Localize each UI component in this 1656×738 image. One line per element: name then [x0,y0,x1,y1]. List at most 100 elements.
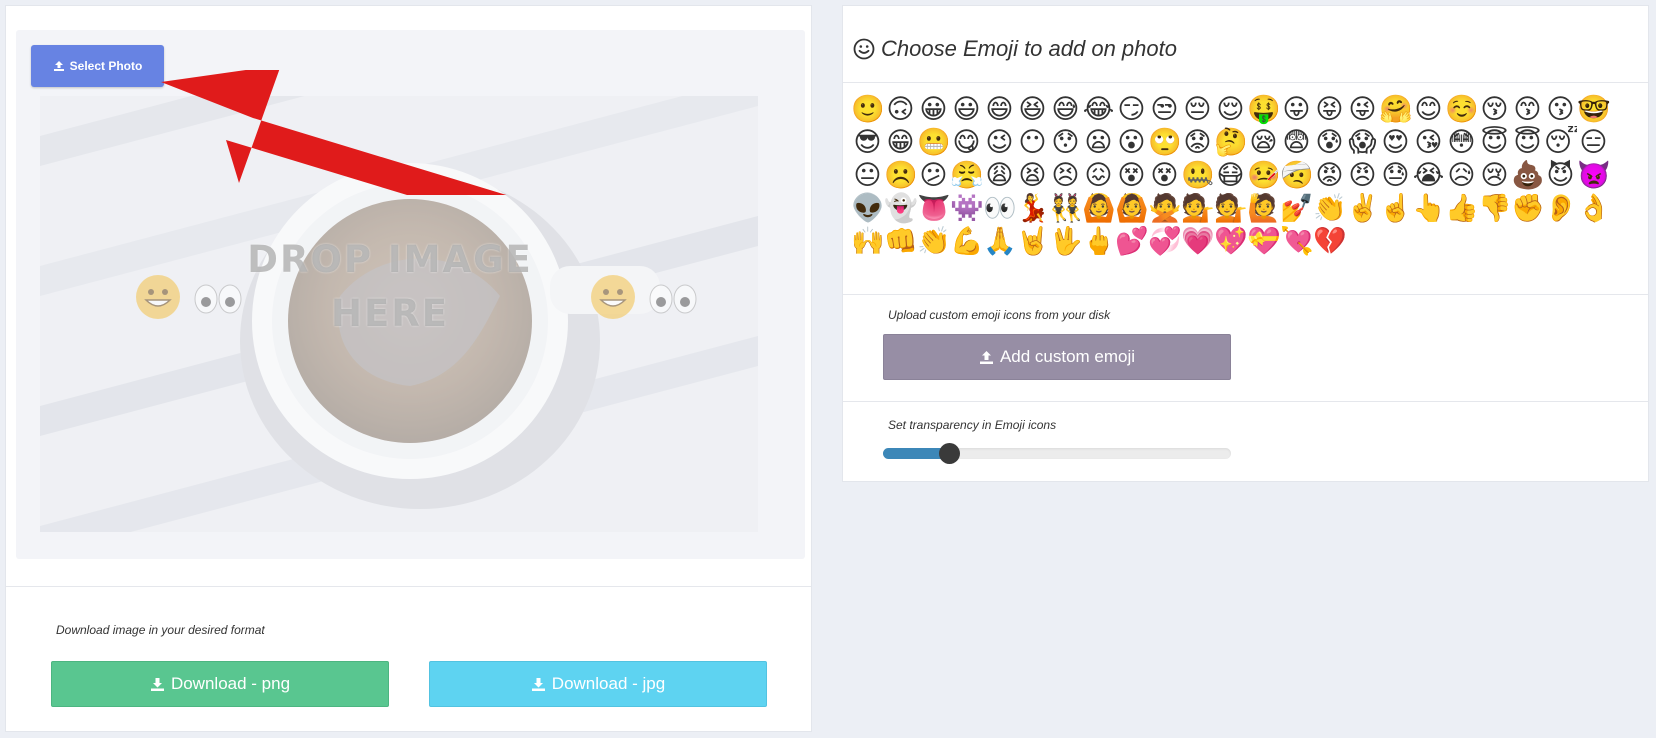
emoji-option[interactable]: 😦 [1082,126,1115,159]
emoji-option[interactable]: 😬 [917,126,950,159]
emoji-option[interactable]: 🤐 [1181,159,1214,192]
emoji-option[interactable]: 🤒 [1247,159,1280,192]
emoji-option[interactable]: 😔 [1181,93,1214,126]
emoji-option[interactable]: 🖕 [1082,225,1115,258]
slider-handle[interactable] [939,443,961,464]
emoji-option[interactable]: 😜 [1346,93,1379,126]
emoji-option[interactable]: 🤕 [1280,159,1313,192]
emoji-option[interactable]: 😛 [1280,93,1313,126]
emoji-option[interactable]: 🤓 [1577,93,1610,126]
emoji-option[interactable]: 🙏 [983,225,1016,258]
emoji-option[interactable]: 👊 [884,225,917,258]
emoji-option[interactable]: 😅 [1049,93,1082,126]
emoji-option[interactable]: 💪 [950,225,983,258]
select-photo-button[interactable]: Select Photo [31,45,164,87]
emoji-option[interactable]: 💞 [1148,225,1181,258]
emoji-option[interactable]: 💘 [1280,225,1313,258]
emoji-option[interactable]: 🤘 [1016,225,1049,258]
emoji-option[interactable]: 👻 [884,192,917,225]
emoji-option[interactable]: 😊 [1412,93,1445,126]
emoji-option[interactable]: 😮 [1115,126,1148,159]
add-custom-emoji-button[interactable]: Add custom emoji [883,334,1231,380]
emoji-option[interactable]: 😡 [1313,159,1346,192]
emoji-option[interactable]: 😫 [1016,159,1049,192]
emoji-option[interactable]: 💃 [1016,192,1049,225]
emoji-option[interactable]: 👌 [1577,192,1610,225]
emoji-option[interactable]: 😪 [1247,126,1280,159]
emoji-option[interactable]: 😄 [983,93,1016,126]
emoji-option[interactable]: 👯 [1049,192,1082,225]
emoji-option[interactable]: 😆 [1016,93,1049,126]
emoji-option[interactable]: 😒 [1148,93,1181,126]
emoji-option[interactable]: 😣 [1049,159,1082,192]
download-jpg-button[interactable]: Download - jpg [429,661,767,707]
emoji-option[interactable]: 😘 [1412,126,1445,159]
emoji-option[interactable]: 👂 [1544,192,1577,225]
emoji-option[interactable]: 💁 [1214,192,1247,225]
emoji-option[interactable]: 😥 [1445,159,1478,192]
emoji-option[interactable]: 😕 [917,159,950,192]
emoji-option[interactable]: 😀 [917,93,950,126]
emoji-option[interactable]: 😋 [950,126,983,159]
emoji-option[interactable]: 👏 [917,225,950,258]
emoji-option[interactable]: 🖖 [1049,225,1082,258]
emoji-option[interactable]: 😶 [1016,126,1049,159]
emoji-option[interactable]: 😭 [1412,159,1445,192]
image-drop-zone[interactable]: Select Photo DROP IMAGE HERE [16,30,805,559]
emoji-option[interactable]: 😁 [884,126,917,159]
emoji-option[interactable]: 😚 [1478,93,1511,126]
emoji-option[interactable]: ✊ [1511,192,1544,225]
emoji-option[interactable]: 😰 [1313,126,1346,159]
emoji-option[interactable]: 🙄 [1148,126,1181,159]
emoji-option[interactable]: ☹️ [884,159,917,192]
emoji-option[interactable]: ☺️ [1445,93,1478,126]
emoji-option[interactable]: 🤔 [1214,126,1247,159]
emoji-option[interactable]: 👾 [950,192,983,225]
emoji-option[interactable]: 😵 [1148,159,1181,192]
emoji-option[interactable]: 😌 [1214,93,1247,126]
emoji-option[interactable]: 👎 [1478,192,1511,225]
placed-emoji-right[interactable] [589,272,701,322]
emoji-option[interactable]: 😷 [1214,159,1247,192]
emoji-option[interactable]: 😳 [1445,126,1478,159]
emoji-option[interactable]: 👽 [851,192,884,225]
emoji-option[interactable]: 💕 [1115,225,1148,258]
emoji-option[interactable]: 👅 [917,192,950,225]
emoji-option[interactable]: 😙 [1511,93,1544,126]
transparency-slider[interactable] [883,443,1231,464]
emoji-option[interactable]: 💁 [1181,192,1214,225]
emoji-option[interactable]: 🤗 [1379,93,1412,126]
emoji-option[interactable]: 😝 [1313,93,1346,126]
emoji-option[interactable]: 😖 [1082,159,1115,192]
emoji-option[interactable]: 🙅 [1148,192,1181,225]
emoji-option[interactable]: ✌️ [1346,192,1379,225]
emoji-option[interactable]: 😉 [983,126,1016,159]
emoji-option[interactable]: 😠 [1346,159,1379,192]
emoji-option[interactable]: 😇 [1478,126,1511,159]
emoji-option[interactable]: 😂 [1082,93,1115,126]
emoji-option[interactable]: 😓 [1379,159,1412,192]
emoji-option[interactable]: ☝️ [1379,192,1412,225]
emoji-option[interactable]: 👏 [1313,192,1346,225]
emoji-option[interactable]: 😈 [1544,159,1577,192]
emoji-option[interactable]: 😐 [851,159,884,192]
emoji-option[interactable]: 😯 [1049,126,1082,159]
download-png-button[interactable]: Download - png [51,661,389,707]
emoji-option[interactable]: 😎 [851,126,884,159]
emoji-option[interactable]: 👆 [1412,192,1445,225]
emoji-option[interactable]: 😱 [1346,126,1379,159]
emoji-option[interactable]: 😃 [950,93,983,126]
emoji-option[interactable]: 🙆 [1115,192,1148,225]
emoji-option[interactable]: 😟 [1181,126,1214,159]
emoji-option[interactable]: 😏 [1115,93,1148,126]
emoji-option[interactable]: 😴 [1544,126,1577,159]
emoji-option[interactable]: 🤑 [1247,93,1280,126]
emoji-option[interactable]: 😨 [1280,126,1313,159]
emoji-option[interactable]: 💝 [1247,225,1280,258]
emoji-option[interactable]: 😍 [1379,126,1412,159]
emoji-option[interactable]: 💩 [1511,159,1544,192]
emoji-option[interactable]: 🙂 [851,93,884,126]
emoji-option[interactable]: 💖 [1214,225,1247,258]
emoji-option[interactable]: 💗 [1181,225,1214,258]
emoji-option[interactable]: 😩 [983,159,1016,192]
